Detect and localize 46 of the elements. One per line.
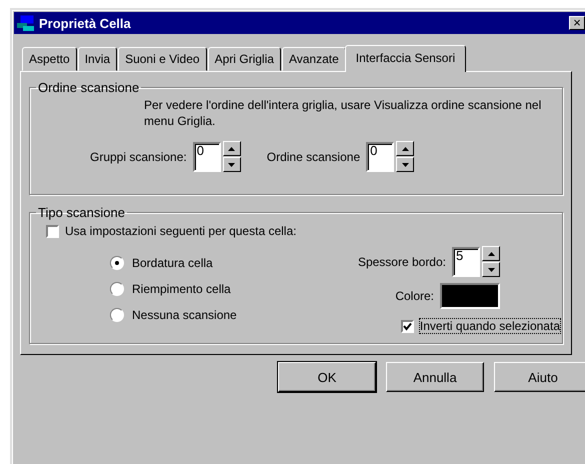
- spin-up-button[interactable]: [396, 141, 414, 156]
- up-arrow-icon: [402, 146, 409, 150]
- group-title: Ordine scansione: [37, 80, 140, 95]
- radio-button[interactable]: [110, 308, 124, 322]
- window-title: Proprietà Cella: [39, 16, 131, 30]
- dialog-button[interactable]: OK: [278, 362, 376, 392]
- checkbox-label: Usa impostazioni seguenti per questa cella:: [65, 224, 296, 238]
- tab[interactable]: Interfaccia Sensori: [344, 45, 466, 72]
- radio-label: Bordatura cella: [132, 256, 213, 270]
- check-icon: [402, 322, 412, 330]
- down-arrow-icon: [228, 162, 236, 166]
- field-label: Colore:: [395, 289, 434, 303]
- checkbox[interactable]: [46, 224, 59, 238]
- spin-down-button[interactable]: [396, 157, 414, 172]
- checkbox-label: Inverti quando selezionata: [420, 319, 560, 333]
- dialog-button[interactable]: Aiuto: [494, 362, 585, 392]
- app-icon: [17, 15, 35, 31]
- tab[interactable]: Suoni e Video: [118, 47, 207, 71]
- field-label: Spessore bordo:: [358, 254, 446, 268]
- field-label: Gruppi scansione:: [90, 150, 187, 164]
- dialog-button[interactable]: Annulla: [386, 362, 484, 392]
- spin-down-button[interactable]: [482, 262, 500, 277]
- tab[interactable]: Avanzate: [282, 47, 346, 71]
- radio-button[interactable]: [110, 256, 124, 270]
- tab[interactable]: Aspetto: [22, 47, 77, 71]
- radio-label: Riempimento cella: [132, 282, 231, 296]
- checkbox[interactable]: [400, 320, 414, 332]
- number-field[interactable]: 0: [192, 142, 221, 172]
- group-title: Tipo scansione: [37, 205, 126, 220]
- spin-up-button[interactable]: [482, 246, 500, 261]
- spin-down-button[interactable]: [222, 157, 241, 172]
- tab[interactable]: Apri Griglia: [208, 47, 281, 71]
- number-field[interactable]: 5: [452, 246, 480, 276]
- info-text: Per vedere l'ordine dell'intera griglia, usare Visualizza ordine scansione nel menu Griglia.: [144, 97, 542, 129]
- spin-up-button[interactable]: [222, 141, 241, 156]
- up-arrow-icon: [488, 252, 494, 256]
- down-arrow-icon: [402, 162, 409, 166]
- close-button[interactable]: ×: [569, 16, 585, 30]
- radio-button[interactable]: [110, 282, 124, 296]
- number-field[interactable]: 0: [366, 142, 394, 172]
- color-swatch-button[interactable]: [440, 283, 500, 309]
- tab[interactable]: Invia: [78, 47, 118, 71]
- field-label: Ordine scansione: [266, 150, 360, 164]
- radio-label: Nessuna scansione: [132, 308, 237, 322]
- up-arrow-icon: [228, 146, 236, 150]
- down-arrow-icon: [488, 268, 494, 272]
